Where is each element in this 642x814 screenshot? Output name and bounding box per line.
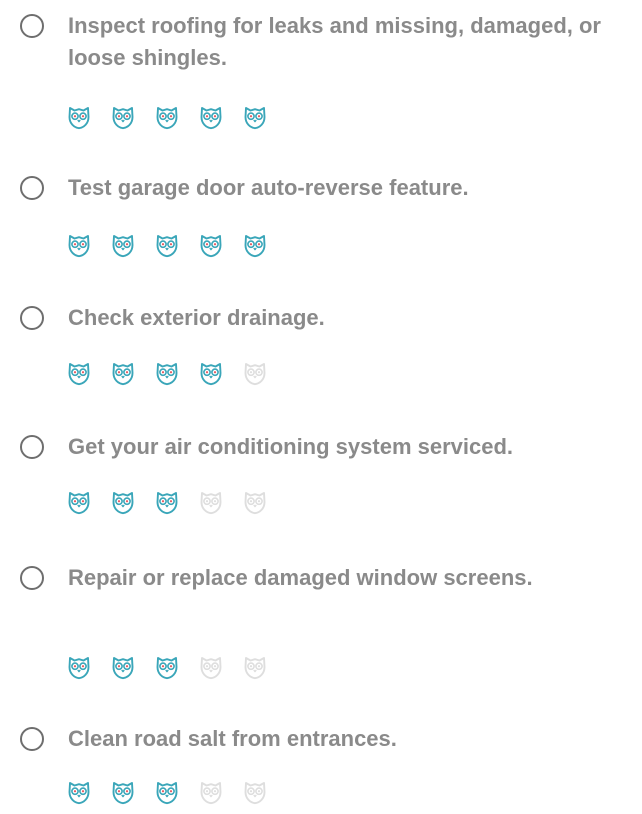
task-title: Clean road salt from entrances.	[68, 726, 397, 751]
task-checkbox[interactable]	[20, 727, 44, 751]
task-checkbox[interactable]	[20, 435, 44, 459]
owl-icon-filled	[68, 782, 90, 805]
owl-icon-filled	[156, 492, 178, 515]
task-rating	[66, 654, 268, 680]
task-checkbox[interactable]	[20, 566, 44, 590]
owl-icon-filled	[200, 363, 222, 386]
task-checkbox[interactable]	[20, 14, 44, 38]
owl-icon-filled	[244, 235, 266, 258]
task-title: Get your air conditioning system service…	[68, 434, 514, 459]
task-rating	[66, 489, 268, 515]
owl-icon-empty	[244, 363, 266, 386]
task-list: Inspect roofing for leaks and missing, d…	[0, 0, 642, 814]
owl-icon-filled	[244, 107, 266, 130]
owl-icon-empty	[200, 657, 222, 680]
owl-icon-empty	[244, 782, 266, 805]
task-title: Inspect roofing for leaks and missing, d…	[68, 13, 601, 70]
owl-icon-empty	[200, 492, 222, 515]
task-rating	[66, 232, 268, 258]
task-title: Check exterior drainage.	[68, 305, 325, 330]
owl-icon-filled	[112, 235, 134, 258]
owl-icon-filled	[112, 107, 134, 130]
owl-icon-filled	[112, 657, 134, 680]
owl-icon-filled	[156, 657, 178, 680]
owl-icon-empty	[244, 657, 266, 680]
task-checkbox[interactable]	[20, 306, 44, 330]
task-title: Repair or replace damaged window screens…	[68, 565, 533, 590]
owl-icon-filled	[68, 235, 90, 258]
owl-icon-filled	[156, 107, 178, 130]
owl-icon-filled	[200, 235, 222, 258]
owl-icon-filled	[156, 235, 178, 258]
task-rating	[66, 104, 268, 130]
owl-icon-filled	[68, 492, 90, 515]
task-title: Test garage door auto-reverse feature.	[68, 175, 469, 200]
owl-icon-filled	[68, 657, 90, 680]
owl-icon-filled	[112, 492, 134, 515]
owl-icon-filled	[112, 363, 134, 386]
owl-icon-filled	[68, 363, 90, 386]
task-checkbox[interactable]	[20, 176, 44, 200]
owl-icon-filled	[156, 782, 178, 805]
owl-icon-filled	[200, 107, 222, 130]
task-rating	[66, 360, 268, 386]
owl-icon-filled	[68, 107, 90, 130]
owl-icon-empty	[200, 782, 222, 805]
owl-icon-filled	[156, 363, 178, 386]
owl-icon-filled	[112, 782, 134, 805]
owl-icon-empty	[244, 492, 266, 515]
task-rating	[66, 779, 268, 805]
